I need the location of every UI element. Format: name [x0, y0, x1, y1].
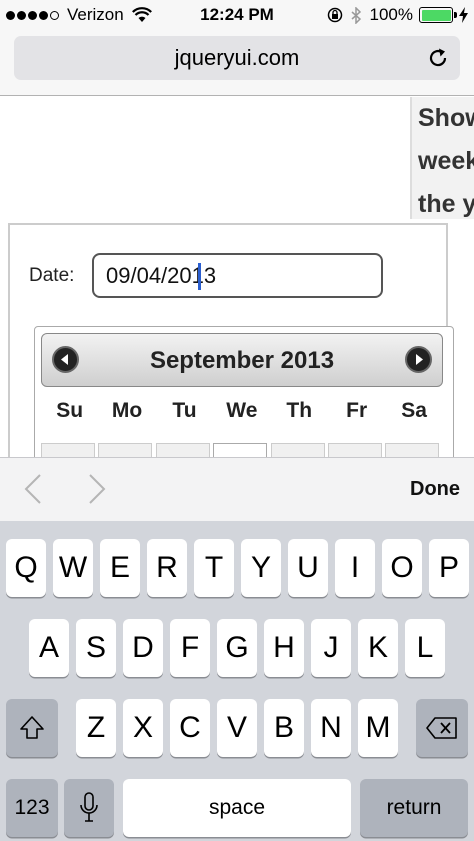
delete-key[interactable]	[416, 699, 468, 757]
space-key[interactable]: space	[123, 779, 351, 837]
key-j[interactable]: J	[311, 619, 351, 677]
chevron-left-icon[interactable]	[18, 472, 48, 506]
rotation-lock-icon	[327, 7, 342, 23]
key-z[interactable]: Z	[76, 699, 116, 757]
web-page: Show week the y Date: 09/04/2013 Septemb…	[0, 97, 474, 457]
day-cell[interactable]	[213, 443, 268, 457]
triangle-right-icon	[416, 354, 423, 365]
battery-fill	[421, 9, 451, 21]
weekday-label: We	[226, 399, 258, 422]
day-cell[interactable]	[270, 443, 325, 457]
key-o[interactable]: O	[382, 539, 422, 597]
datepicker-title: September 2013	[149, 347, 335, 374]
key-a[interactable]: A	[29, 619, 69, 677]
battery-percentage: 100%	[369, 5, 413, 24]
key-g[interactable]: G	[217, 619, 257, 677]
key-t[interactable]: T	[194, 539, 234, 597]
numbers-key[interactable]: 123	[6, 779, 58, 837]
shift-key[interactable]	[6, 699, 58, 757]
weekday-label: Su	[56, 399, 84, 422]
datepicker: September 2013 Su Mo Tu We Th Fr Sa	[34, 326, 454, 457]
key-q[interactable]: Q	[6, 539, 46, 597]
backspace-icon	[426, 717, 457, 739]
datepicker-header: September 2013	[41, 333, 443, 387]
done-button[interactable]: Done	[410, 478, 460, 501]
key-x[interactable]: X	[123, 699, 163, 757]
weekday-label: Fr	[346, 399, 368, 422]
microphone-icon	[80, 792, 98, 822]
address-bar[interactable]: jqueryui.com	[14, 36, 460, 80]
status-right: 100%	[327, 5, 468, 25]
key-y[interactable]: Y	[241, 539, 281, 597]
date-input[interactable]: 09/04/2013	[92, 253, 383, 298]
key-p[interactable]: P	[429, 539, 469, 597]
day-cell[interactable]	[327, 443, 382, 457]
key-k[interactable]: K	[358, 619, 398, 677]
microphone-key[interactable]	[64, 779, 114, 837]
side-description: Show week the y	[410, 97, 474, 219]
shift-icon	[20, 716, 44, 739]
chevron-right-icon[interactable]	[82, 472, 112, 506]
keyboard-accessory-bar: Done	[0, 457, 474, 521]
key-f[interactable]: F	[170, 619, 210, 677]
demo-frame: Date: 09/04/2013 September 2013 Su Mo Tu…	[8, 223, 454, 457]
key-s[interactable]: S	[76, 619, 116, 677]
key-d[interactable]: D	[123, 619, 163, 677]
key-i[interactable]: I	[335, 539, 375, 597]
weekday-label: Mo	[111, 399, 143, 422]
bluetooth-icon	[351, 6, 361, 24]
url-text[interactable]: jqueryui.com	[14, 45, 460, 71]
reload-icon[interactable]	[426, 46, 450, 70]
key-b[interactable]: B	[264, 699, 304, 757]
key-h[interactable]: H	[264, 619, 304, 677]
charging-icon	[459, 7, 468, 23]
date-label: Date:	[29, 265, 75, 286]
day-cell[interactable]	[41, 443, 95, 457]
side-text-line: Show	[418, 104, 474, 132]
key-u[interactable]: U	[288, 539, 328, 597]
text-cursor	[198, 263, 201, 290]
key-n[interactable]: N	[311, 699, 351, 757]
key-m[interactable]: M	[358, 699, 398, 757]
key-r[interactable]: R	[147, 539, 187, 597]
key-e[interactable]: E	[100, 539, 140, 597]
weekday-header: Su Mo Tu We Th Fr Sa	[41, 399, 443, 423]
weekday-label: Sa	[401, 399, 427, 422]
browser-toolbar: jqueryui.com	[0, 32, 474, 96]
day-cell[interactable]	[385, 443, 440, 457]
key-w[interactable]: W	[53, 539, 93, 597]
weekday-label: Th	[286, 399, 313, 422]
key-v[interactable]: V	[217, 699, 257, 757]
keyboard: Q W E R T Y U I O P A S D F G H J K L Z …	[0, 521, 474, 841]
key-c[interactable]: C	[170, 699, 210, 757]
day-cell[interactable]	[155, 443, 210, 457]
side-text-line: the y	[418, 190, 474, 218]
side-text-line: week	[418, 147, 474, 175]
battery-icon	[419, 7, 457, 23]
return-key[interactable]: return	[360, 779, 468, 837]
day-cell[interactable]	[98, 443, 153, 457]
key-l[interactable]: L	[405, 619, 445, 677]
weekday-label: Tu	[172, 399, 197, 422]
calendar-week-row	[41, 443, 443, 457]
next-month-button[interactable]	[405, 346, 432, 373]
status-bar: Verizon 12:24 PM 100%	[0, 0, 474, 32]
